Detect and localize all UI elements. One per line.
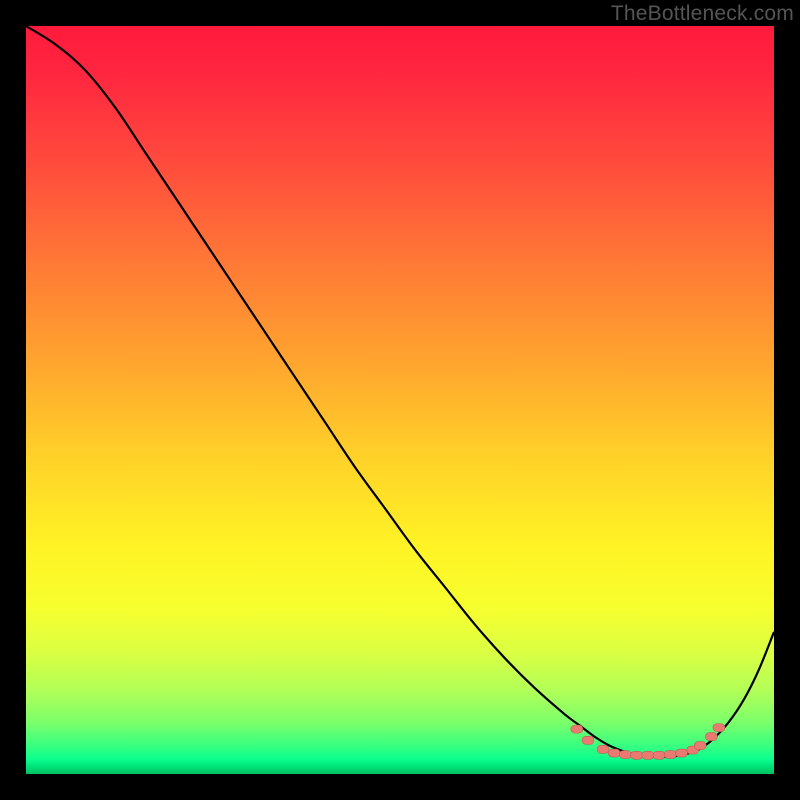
chart-marker [642, 751, 654, 759]
chart-marker [597, 745, 609, 753]
chart-marker [631, 751, 643, 759]
chart-marker [676, 749, 688, 757]
chart-marker [571, 725, 583, 733]
chart-marker [705, 733, 717, 741]
chart-marker [694, 742, 706, 750]
chart-markers [571, 724, 725, 760]
chart-svg [26, 26, 774, 774]
chart-frame: TheBottleneck.com [0, 0, 800, 800]
chart-marker [619, 751, 631, 759]
chart-marker [582, 736, 594, 744]
chart-marker [608, 749, 620, 757]
watermark-text: TheBottleneck.com [611, 2, 794, 26]
chart-marker [713, 724, 725, 732]
chart-marker [653, 751, 665, 759]
chart-plot-area [26, 26, 774, 774]
chart-curve [26, 26, 774, 757]
chart-marker [664, 751, 676, 759]
